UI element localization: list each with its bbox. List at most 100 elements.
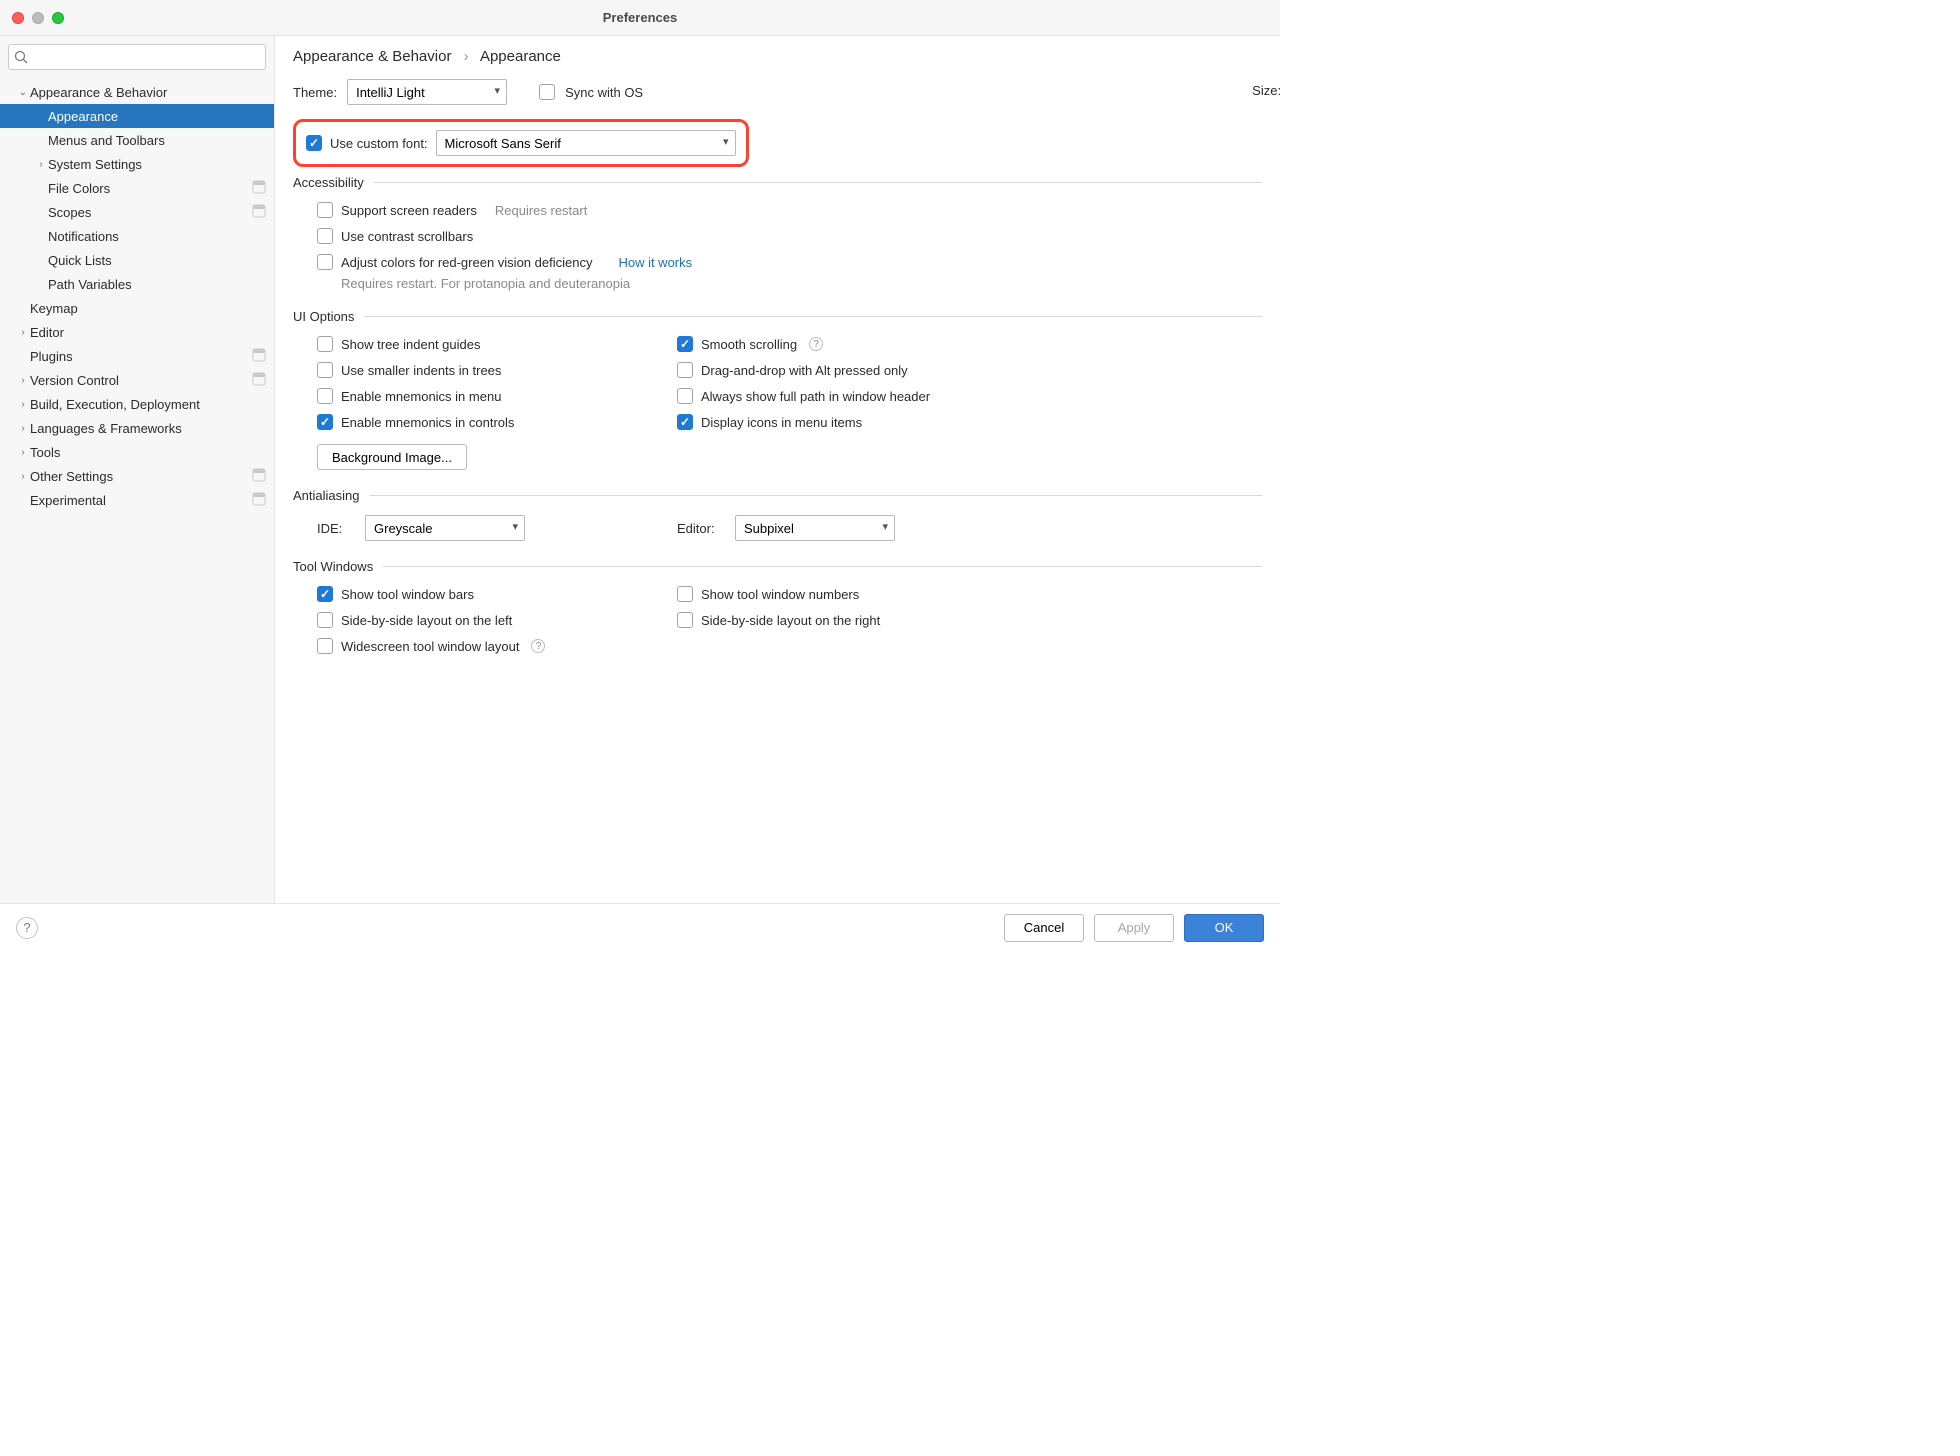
project-level-badge-icon bbox=[252, 180, 266, 197]
tw-opt-side-by-side-layout-on-the-right-checkbox[interactable] bbox=[677, 612, 693, 628]
sidebar-item-notifications[interactable]: Notifications bbox=[0, 224, 274, 248]
font-family-select[interactable]: Microsoft Sans Serif bbox=[436, 130, 736, 156]
sidebar-item-label: Menus and Toolbars bbox=[48, 133, 165, 148]
tw-opt-show-tool-window-numbers-label: Show tool window numbers bbox=[701, 587, 859, 602]
chevron-right-icon: › bbox=[464, 48, 469, 65]
tw-opt-side-by-side-layout-on-the-left-checkbox[interactable] bbox=[317, 612, 333, 628]
chevron-right-icon[interactable]: › bbox=[16, 375, 30, 386]
window-title: Preferences bbox=[0, 10, 1280, 25]
sidebar-item-label: Appearance bbox=[48, 109, 118, 124]
chevron-right-icon[interactable]: › bbox=[16, 327, 30, 338]
sidebar-item-label: Tools bbox=[30, 445, 60, 460]
colorblind-how-link[interactable]: How it works bbox=[618, 255, 692, 270]
tw-opt-widescreen-tool-window-layout-checkbox[interactable] bbox=[317, 638, 333, 654]
ui-opt-always-show-full-path-in-window-header-checkbox[interactable] bbox=[677, 388, 693, 404]
contrast-scrollbars-label: Use contrast scrollbars bbox=[341, 229, 473, 244]
theme-label: Theme: bbox=[293, 85, 337, 100]
screen-readers-checkbox[interactable] bbox=[317, 202, 333, 218]
theme-select[interactable]: IntelliJ Light bbox=[347, 79, 507, 105]
sidebar: ⌄Appearance & Behavior Appearance Menus an… bbox=[0, 36, 275, 903]
aa-editor-label: Editor: bbox=[677, 521, 727, 536]
apply-button[interactable]: Apply bbox=[1094, 914, 1174, 942]
ui-opt-enable-mnemonics-in-controls-checkbox[interactable] bbox=[317, 414, 333, 430]
ok-button[interactable]: OK bbox=[1184, 914, 1264, 942]
chevron-right-icon[interactable]: › bbox=[16, 447, 30, 458]
sidebar-item-system-settings[interactable]: ›System Settings bbox=[0, 152, 274, 176]
sidebar-item-quick-lists[interactable]: Quick Lists bbox=[0, 248, 274, 272]
aa-ide-label: IDE: bbox=[317, 521, 357, 536]
sidebar-item-label: System Settings bbox=[48, 157, 142, 172]
sidebar-item-file-colors[interactable]: File Colors bbox=[0, 176, 274, 200]
ui-opt-enable-mnemonics-in-menu-checkbox[interactable] bbox=[317, 388, 333, 404]
search-icon bbox=[13, 49, 29, 65]
colorblind-checkbox[interactable] bbox=[317, 254, 333, 270]
cancel-button[interactable]: Cancel bbox=[1004, 914, 1084, 942]
aa-ide-select[interactable]: Greyscale bbox=[365, 515, 525, 541]
screen-readers-note: Requires restart bbox=[495, 203, 587, 218]
ui-opt-smooth-scrolling-checkbox[interactable] bbox=[677, 336, 693, 352]
sidebar-item-label: Appearance & Behavior bbox=[30, 85, 167, 100]
sidebar-item-other-settings[interactable]: ›Other Settings bbox=[0, 464, 274, 488]
breadcrumb-leaf: Appearance bbox=[480, 48, 561, 65]
use-custom-font-checkbox[interactable] bbox=[306, 135, 322, 151]
chevron-right-icon[interactable]: › bbox=[16, 423, 30, 434]
ui-opt-use-smaller-indents-in-trees-label: Use smaller indents in trees bbox=[341, 363, 501, 378]
sidebar-item-tools[interactable]: ›Tools bbox=[0, 440, 274, 464]
project-level-badge-icon bbox=[252, 348, 266, 365]
contrast-scrollbars-checkbox[interactable] bbox=[317, 228, 333, 244]
ui-opt-display-icons-in-menu-items-checkbox[interactable] bbox=[677, 414, 693, 430]
tw-opt-show-tool-window-bars-checkbox[interactable] bbox=[317, 586, 333, 602]
custom-font-highlight: Use custom font: Microsoft Sans Serif bbox=[293, 119, 749, 167]
section-tool-windows-title: Tool Windows bbox=[293, 559, 373, 574]
section-antialiasing-title: Antialiasing bbox=[293, 488, 360, 503]
sidebar-item-version-control[interactable]: ›Version Control bbox=[0, 368, 274, 392]
sidebar-item-path-variables[interactable]: Path Variables bbox=[0, 272, 274, 296]
ui-opt-drag-and-drop-with-alt-pressed-only-label: Drag-and-drop with Alt pressed only bbox=[701, 363, 908, 378]
aa-editor-select[interactable]: Subpixel bbox=[735, 515, 895, 541]
tw-opt-side-by-side-layout-on-the-right-label: Side-by-side layout on the right bbox=[701, 613, 880, 628]
sidebar-item-label: Editor bbox=[30, 325, 64, 340]
chevron-right-icon[interactable]: › bbox=[34, 159, 48, 170]
sidebar-item-appearance[interactable]: Appearance bbox=[0, 104, 274, 128]
sidebar-item-label: Languages & Frameworks bbox=[30, 421, 182, 436]
sidebar-item-label: Notifications bbox=[48, 229, 119, 244]
sidebar-item-scopes[interactable]: Scopes bbox=[0, 200, 274, 224]
sidebar-item-keymap[interactable]: Keymap bbox=[0, 296, 274, 320]
sync-os-checkbox[interactable] bbox=[539, 84, 555, 100]
sidebar-item-languages-frameworks[interactable]: ›Languages & Frameworks bbox=[0, 416, 274, 440]
tw-opt-show-tool-window-numbers-checkbox[interactable] bbox=[677, 586, 693, 602]
zoom-window-button[interactable] bbox=[52, 12, 64, 24]
project-level-badge-icon bbox=[252, 204, 266, 221]
chevron-down-icon[interactable]: ⌄ bbox=[16, 87, 30, 98]
sidebar-item-label: Path Variables bbox=[48, 277, 132, 292]
ui-opt-drag-and-drop-with-alt-pressed-only-checkbox[interactable] bbox=[677, 362, 693, 378]
ui-opt-use-smaller-indents-in-trees-checkbox[interactable] bbox=[317, 362, 333, 378]
tw-opt-side-by-side-layout-on-the-left-label: Side-by-side layout on the left bbox=[341, 613, 512, 628]
search-box bbox=[8, 44, 266, 70]
help-button[interactable]: ? bbox=[16, 917, 38, 939]
help-icon[interactable]: ? bbox=[809, 337, 823, 351]
ui-opt-show-tree-indent-guides-checkbox[interactable] bbox=[317, 336, 333, 352]
close-window-button[interactable] bbox=[12, 12, 24, 24]
sidebar-item-plugins[interactable]: Plugins bbox=[0, 344, 274, 368]
window-controls bbox=[12, 12, 64, 24]
sidebar-item-menus-and-toolbars[interactable]: Menus and Toolbars bbox=[0, 128, 274, 152]
sidebar-item-label: File Colors bbox=[48, 181, 110, 196]
sidebar-item-experimental[interactable]: Experimental bbox=[0, 488, 274, 512]
sidebar-item-label: Scopes bbox=[48, 205, 91, 220]
chevron-right-icon[interactable]: › bbox=[16, 399, 30, 410]
minimize-window-button[interactable] bbox=[32, 12, 44, 24]
sidebar-item-editor[interactable]: ›Editor bbox=[0, 320, 274, 344]
breadcrumb-root[interactable]: Appearance & Behavior bbox=[293, 48, 451, 65]
sidebar-item-appearance-behavior[interactable]: ⌄Appearance & Behavior bbox=[0, 80, 274, 104]
search-input[interactable] bbox=[8, 44, 266, 70]
sidebar-item-label: Plugins bbox=[30, 349, 73, 364]
help-icon[interactable]: ? bbox=[531, 639, 545, 653]
sidebar-item-label: Other Settings bbox=[30, 469, 113, 484]
sync-os-label: Sync with OS bbox=[565, 85, 643, 100]
chevron-right-icon[interactable]: › bbox=[16, 471, 30, 482]
section-accessibility-title: Accessibility bbox=[293, 175, 364, 190]
background-image-button[interactable]: Background Image... bbox=[317, 444, 467, 470]
sidebar-item-build-execution-deployment[interactable]: ›Build, Execution, Deployment bbox=[0, 392, 274, 416]
project-level-badge-icon bbox=[252, 468, 266, 485]
